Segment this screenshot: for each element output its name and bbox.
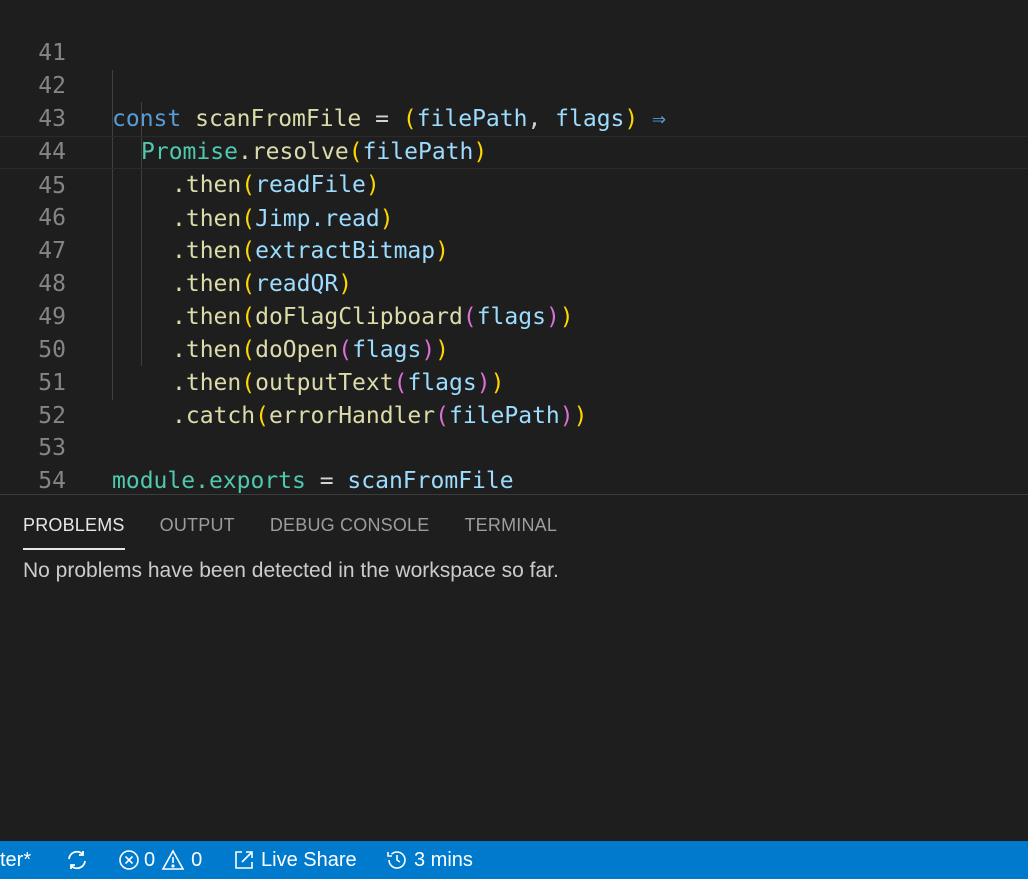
operator: =	[305, 468, 348, 494]
time-status[interactable]: 3 mins	[385, 841, 473, 879]
code-line-52: 52	[0, 367, 1028, 429]
code-line-45: 45 .then(Jimp.read)	[0, 136, 1028, 232]
code-line-51: 51 .catch(errorHandler(filePath))	[0, 334, 1028, 429]
code-editor[interactable]: 41 42 const scanFromFile = (filePath, fl…	[0, 0, 1028, 494]
code-text: module.exports = scanFromFile	[112, 465, 514, 494]
tab-debug-console[interactable]: DEBUG CONSOLE	[270, 495, 430, 550]
code-line-43: 43 Promise.resolve(filePath)	[0, 70, 1028, 165]
bottom-panel: PROBLEMS OUTPUT DEBUG CONSOLE TERMINAL N…	[0, 494, 1028, 842]
warning-icon	[161, 849, 185, 871]
problems-status[interactable]: 0 0	[118, 841, 202, 879]
code-line-44: 44 .then(readFile)	[0, 103, 1028, 198]
code-line-50: 50 .then(outputText(flags))	[0, 301, 1028, 396]
status-bar: ter* 0 0 Live Share 3 mins	[0, 841, 1028, 879]
tab-problems[interactable]: PROBLEMS	[23, 495, 125, 550]
error-count: 0	[144, 849, 156, 871]
tab-terminal[interactable]: TERMINAL	[464, 495, 557, 550]
time-label: 3 mins	[414, 849, 473, 871]
code-line-48: 48 .then(doFlagClipboard(flags))	[0, 235, 1028, 330]
code-line-47: 47 .then(readQR)	[0, 202, 1028, 297]
history-icon	[385, 848, 409, 872]
sync-button[interactable]	[65, 841, 89, 879]
sync-icon	[65, 848, 89, 872]
live-share-label: Live Share	[261, 849, 357, 871]
warning-count: 0	[191, 849, 203, 871]
code-line-53: 53 module.exports = scanFromFile	[0, 399, 1028, 494]
panel-tabs: PROBLEMS OUTPUT DEBUG CONSOLE TERMINAL	[23, 495, 592, 550]
branch-status[interactable]: ter*	[0, 841, 31, 879]
identifier: scanFromFile	[347, 468, 514, 494]
module-keyword: module	[112, 468, 196, 494]
error-icon	[118, 849, 140, 871]
tab-output[interactable]: OUTPUT	[160, 495, 235, 550]
problems-message: No problems have been detected in the wo…	[23, 559, 559, 582]
code-line-41: 41	[0, 4, 1028, 66]
branch-name: ter*	[0, 849, 32, 871]
code-line-46: 46 .then(extractBitmap)	[0, 169, 1028, 264]
live-share-icon	[232, 848, 256, 872]
code-line-42: 42 const scanFromFile = (filePath, flags…	[0, 37, 1028, 132]
live-share-button[interactable]: Live Share	[232, 841, 357, 879]
line-number: 54	[38, 468, 66, 494]
code-line-54: 54	[0, 432, 1028, 494]
code-line-49: 49 .then(doOpen(flags))	[0, 268, 1028, 363]
property: .exports	[195, 468, 306, 494]
